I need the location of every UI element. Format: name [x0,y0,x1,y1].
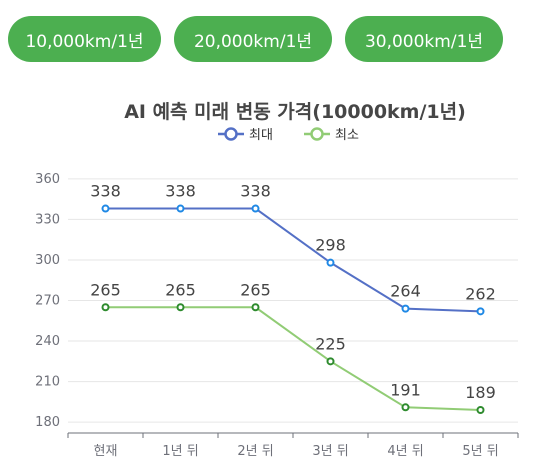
y-tick-label: 180 [35,415,60,430]
y-tick-label: 240 [35,334,60,349]
data-point [251,303,260,312]
data-label: 338 [90,182,121,201]
x-tick-label: 1년 뒤 [162,444,198,459]
data-label: 225 [315,334,346,353]
legend-min-marker [310,127,324,141]
x-tick-label: 2년 뒤 [237,444,273,459]
grid-lines [68,178,518,423]
option-20000km-button[interactable]: 20,000km/1년 [174,16,332,62]
data-label: 265 [240,280,271,299]
y-tick-label: 300 [35,253,60,268]
data-labels: 338 338 338 298 264 262 265 265 265 225 191 189 [90,182,496,402]
y-tick-label: 360 [35,172,60,187]
legend-min-label: 최소 [335,128,359,143]
price-forecast-chart: AI 예측 미래 변동 가격(10000km/1년) 최대 최소 180 210 2… [35,101,519,459]
option-30000km-button[interactable]: 30,000km/1년 [345,16,503,62]
legend-item-min[interactable]: 최소 [304,127,359,143]
chart-title: AI 예측 미래 변동 가격(10000km/1년) [124,101,466,123]
data-label: 264 [390,282,421,301]
data-point [476,406,485,415]
x-tick-label: 4년 뒤 [387,444,423,459]
data-label: 189 [465,383,496,402]
data-label: 338 [165,182,196,201]
data-point [176,204,185,213]
legend-max-label: 최대 [249,128,273,143]
option-10000km-button[interactable]: 10,000km/1년 [8,16,161,62]
y-tick-label: 270 [35,294,60,309]
data-label: 191 [390,380,421,399]
distance-toggle-group: 10,000km/1년 20,000km/1년 30,000km/1년 [8,16,503,62]
data-point [326,258,335,267]
data-point [176,303,185,312]
y-tick-label: 330 [35,212,60,227]
x-tick-label: 현재 [94,444,118,459]
legend: 최대 최소 [218,127,359,143]
x-tick-label: 3년 뒤 [312,444,348,459]
data-point [101,204,110,213]
data-point [251,204,260,213]
data-label: 265 [165,280,196,299]
axes: 180 210 240 270 300 330 360 현재 1년 뒤 2년 뒤 3년 뒤 4년 뒤 5… [35,172,519,459]
data-point [401,304,410,313]
x-tick-label: 5년 뒤 [462,444,498,459]
data-point [326,357,335,366]
y-tick-label: 210 [35,375,60,390]
data-point [101,303,110,312]
data-label: 262 [465,284,496,303]
data-label: 338 [240,182,271,201]
data-label: 265 [90,280,121,299]
data-point [476,307,485,316]
data-label: 298 [315,236,346,255]
legend-item-max[interactable]: 최대 [218,127,273,143]
series-line-min [105,306,481,412]
legend-max-marker [224,127,238,141]
data-point [401,403,410,412]
